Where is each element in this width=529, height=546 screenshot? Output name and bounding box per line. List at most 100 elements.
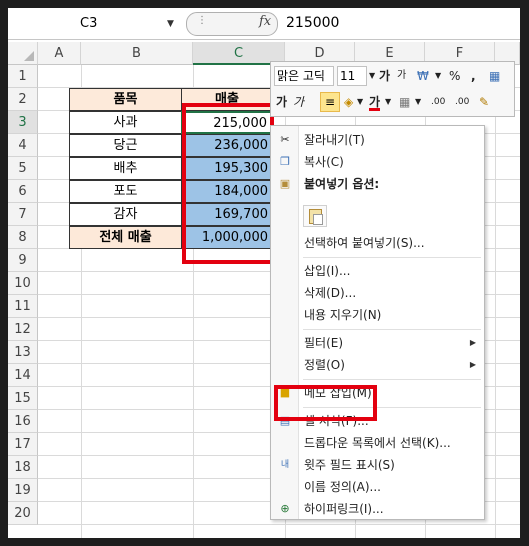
- table-cell-item[interactable]: 당근: [69, 134, 182, 157]
- row-header-6[interactable]: 6: [8, 180, 38, 203]
- menu-item-label: 복사(C): [304, 155, 344, 169]
- row-header-1[interactable]: 1: [8, 65, 38, 88]
- increase-decimal-button[interactable]: .00: [431, 92, 445, 112]
- decrease-font-button[interactable]: 가: [397, 66, 406, 86]
- table-cell-item[interactable]: 배추: [69, 157, 182, 180]
- submenu-arrow-icon: ▶: [469, 360, 476, 369]
- table-cell-item[interactable]: 감자: [69, 203, 182, 226]
- spreadsheet-window: C3 ▼ ⋮ fx 215000 A B C D E F 1 2 3 4 5 6 7 8 9 10…: [8, 8, 520, 538]
- table-cell-item[interactable]: 포도: [69, 180, 182, 203]
- menu-item-label: 필터(E): [304, 336, 344, 350]
- row-header-7[interactable]: 7: [8, 203, 38, 226]
- context-menu: ✂ 잘라내기(T) ❐ 복사(C) ▣ 붙여넣기 옵션: 선택하여 붙여넣기(S…: [270, 125, 485, 520]
- mini-toolbar: 맑은 고딕 11 ▼ 가 가 ₩ ▼ % , ▦ 가 가 ≡ ◈ ▼ 가 ▼ ▦…: [270, 61, 515, 117]
- formula-input[interactable]: 215000: [286, 15, 339, 31]
- gridline: [495, 65, 496, 538]
- menu-item-paste-special[interactable]: 선택하여 붙여넣기(S)...: [271, 232, 486, 254]
- row-header-15[interactable]: 15: [8, 387, 38, 410]
- menu-item-show-phonetic[interactable]: 내 윗주 필드 표시(S): [271, 454, 486, 476]
- chevron-down-icon[interactable]: ▼: [415, 92, 421, 112]
- bold-button[interactable]: 가: [276, 92, 287, 112]
- menu-item-label: 삭제(D)...: [304, 286, 357, 300]
- menu-item-label: 정렬(O): [304, 358, 345, 372]
- menu-item-clear-contents[interactable]: 내용 지우기(N): [271, 304, 486, 326]
- menu-item-define-name[interactable]: 이름 정의(A)...: [271, 476, 486, 498]
- align-center-icon: ≡: [324, 95, 336, 109]
- paste-button[interactable]: [303, 205, 327, 227]
- column-header-a[interactable]: A: [38, 42, 81, 65]
- menu-item-pick-from-list[interactable]: 드롭다운 목록에서 선택(K)...: [271, 432, 486, 454]
- chevron-down-icon[interactable]: ▼: [385, 92, 391, 112]
- row-header-10[interactable]: 10: [8, 272, 38, 295]
- row-header-11[interactable]: 11: [8, 295, 38, 318]
- chevron-down-icon[interactable]: ▼: [369, 66, 375, 86]
- menu-item-label: 붙여넣기 옵션:: [304, 177, 380, 191]
- chevron-down-icon[interactable]: ▼: [167, 14, 181, 34]
- chevron-down-icon[interactable]: ▼: [357, 92, 363, 112]
- row-header-18[interactable]: 18: [8, 456, 38, 479]
- menu-item-label: 선택하여 붙여넣기(S)...: [304, 236, 425, 250]
- font-name-select[interactable]: 맑은 고딕: [274, 66, 334, 86]
- submenu-arrow-icon: ▶: [469, 338, 476, 347]
- row-header-14[interactable]: 14: [8, 364, 38, 387]
- row-header-19[interactable]: 19: [8, 479, 38, 502]
- row-header-12[interactable]: 12: [8, 318, 38, 341]
- comma-button[interactable]: ,: [471, 66, 476, 86]
- menu-item-label: 하이퍼링크(I)...: [304, 502, 384, 516]
- phonetic-icon: 내: [280, 460, 290, 470]
- menu-item-copy[interactable]: ❐ 복사(C): [271, 151, 486, 173]
- table-header-item[interactable]: 품목: [69, 88, 182, 111]
- menu-item-sort[interactable]: 정렬(O) ▶: [271, 354, 486, 376]
- menu-item-filter[interactable]: 필터(E) ▶: [271, 332, 486, 354]
- align-center-button[interactable]: ≡: [320, 92, 340, 112]
- select-all-button[interactable]: [8, 42, 38, 65]
- formula-bar: C3 ▼ ⋮ fx 215000: [8, 8, 520, 40]
- font-color-button[interactable]: 가: [369, 92, 381, 111]
- menu-item-insert[interactable]: 삽입(I)...: [271, 260, 486, 282]
- percent-button[interactable]: %: [449, 66, 460, 86]
- scissors-icon: ✂: [280, 133, 290, 146]
- row-header-3[interactable]: 3: [8, 111, 38, 134]
- row-header-17[interactable]: 17: [8, 433, 38, 456]
- menu-separator: [303, 257, 481, 258]
- menu-item-hyperlink[interactable]: ⊕ 하이퍼링크(I)...: [271, 498, 486, 520]
- menu-item-label: 드롭다운 목록에서 선택(K)...: [304, 436, 451, 450]
- borders-icon[interactable]: ▦: [399, 92, 410, 112]
- font-size-select[interactable]: 11: [337, 66, 367, 86]
- row-header-13[interactable]: 13: [8, 341, 38, 364]
- drag-handle-icon[interactable]: ⋮: [197, 15, 207, 26]
- menu-separator: [303, 329, 481, 330]
- menu-item-cut[interactable]: ✂ 잘라내기(T): [271, 129, 486, 151]
- menu-item-label: 윗주 필드 표시(S): [304, 458, 395, 472]
- row-header-2[interactable]: 2: [8, 88, 38, 111]
- row-header-20[interactable]: 20: [8, 502, 38, 525]
- menu-item-label: 내용 지우기(N): [304, 308, 382, 322]
- table-cell-item[interactable]: 사과: [69, 111, 182, 134]
- menu-item-paste-options: ▣ 붙여넣기 옵션:: [271, 173, 486, 195]
- row-header-8[interactable]: 8: [8, 226, 38, 249]
- formula-controls: ⋮ fx: [186, 12, 278, 36]
- menu-item-label: 이름 정의(A)...: [304, 480, 381, 494]
- currency-button[interactable]: ₩: [417, 66, 429, 86]
- increase-font-button[interactable]: 가: [379, 66, 390, 86]
- format-painter-grid-icon[interactable]: ▦: [489, 66, 500, 86]
- gridline: [38, 524, 520, 525]
- column-header-b[interactable]: B: [81, 42, 193, 65]
- menu-item-delete[interactable]: 삭제(D)...: [271, 282, 486, 304]
- format-painter-icon[interactable]: ✎: [479, 92, 489, 112]
- fill-color-icon[interactable]: ◈: [344, 92, 353, 112]
- name-box[interactable]: C3: [16, 14, 184, 34]
- row-header-4[interactable]: 4: [8, 134, 38, 157]
- decrease-decimal-button[interactable]: .00: [455, 92, 469, 112]
- clipboard-icon: [309, 209, 323, 225]
- menu-item-label: 삽입(I)...: [304, 264, 351, 278]
- row-header-9[interactable]: 9: [8, 249, 38, 272]
- row-header-5[interactable]: 5: [8, 157, 38, 180]
- menu-separator: [303, 379, 481, 380]
- italic-button[interactable]: 가: [293, 92, 304, 112]
- menu-item-label: 잘라내기(T): [304, 133, 365, 147]
- chevron-down-icon[interactable]: ▼: [435, 66, 441, 86]
- insert-function-button[interactable]: fx: [259, 14, 271, 29]
- row-header-16[interactable]: 16: [8, 410, 38, 433]
- table-total-label[interactable]: 전체 매출: [69, 226, 182, 249]
